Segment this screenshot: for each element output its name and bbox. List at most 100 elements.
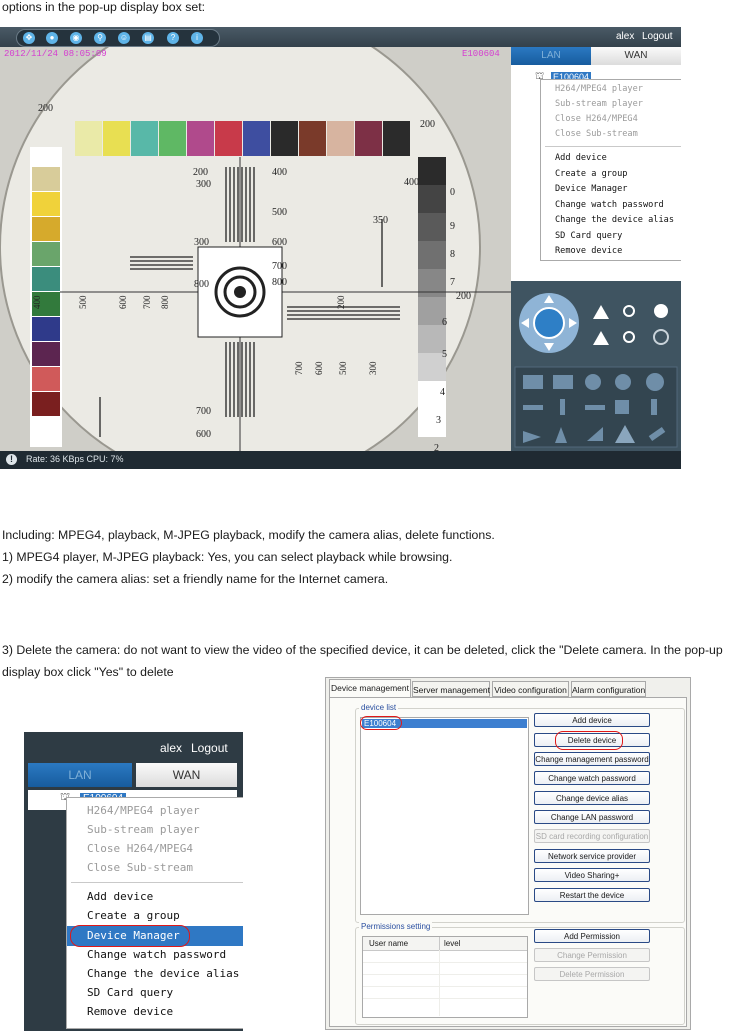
change-lan-password-button[interactable]: Change LAN password — [534, 810, 650, 824]
add-device-button[interactable]: Add device — [534, 713, 650, 727]
user-icon[interactable]: ☺ — [118, 32, 130, 44]
ptz-center-icon[interactable] — [533, 307, 565, 339]
iris-close-icon[interactable] — [653, 329, 669, 345]
info-icon[interactable]: i — [191, 32, 203, 44]
tab-wan[interactable]: WAN — [591, 47, 681, 65]
video-sharing-button[interactable]: Video Sharing+ — [534, 868, 650, 882]
chart-number: 4 — [440, 387, 445, 398]
tab-server-management[interactable]: Server management — [412, 681, 490, 697]
menu-item-change-alias[interactable]: Change the device alias — [555, 215, 681, 225]
chart-number: 5 — [442, 349, 447, 360]
highlight-oval — [70, 925, 190, 947]
menu-item-sd-card-query[interactable]: SD Card query — [555, 231, 681, 241]
network-service-provider-button[interactable]: Network service provider — [534, 849, 650, 863]
chart-number: 9 — [450, 221, 455, 232]
change-permission-button[interactable]: Change Permission — [534, 948, 650, 962]
context-menu: H264/MPEG4 player Sub-stream player Clos… — [540, 79, 681, 261]
iris-open-icon[interactable] — [654, 304, 668, 318]
column-user-name[interactable]: User name — [369, 939, 408, 948]
next-tool-icon[interactable] — [585, 405, 605, 410]
status-bar: ! Rate: 36 KBps CPU: 7% — [0, 451, 681, 469]
toolbar-button-group: ✥ ● ◉ ⚲ ☺ ▤ ? i — [16, 29, 220, 47]
permissions-table[interactable]: User name level — [362, 936, 528, 1018]
menu-item-change-watch-password[interactable]: Change watch password — [555, 200, 681, 210]
menu-item-sd-card-query[interactable]: SD Card query — [87, 986, 243, 999]
chart-number: 200 — [193, 167, 208, 178]
flip-vertical-icon[interactable] — [560, 399, 565, 415]
f-tool-icon[interactable] — [651, 399, 657, 415]
intro-text: options in the pop-up display box set: — [2, 0, 206, 14]
chart-number: 300 — [196, 179, 211, 190]
menu-item-remove-device[interactable]: Remove device — [87, 1005, 243, 1018]
add-permission-button[interactable]: Add Permission — [534, 929, 650, 943]
menu-item-close-substream: Close Sub-stream — [87, 861, 193, 874]
client-toolbar: ✥ ● ◉ ⚲ ☺ ▤ ? i alex Logout — [0, 27, 681, 47]
change-management-password-button[interactable]: Change management password — [534, 752, 650, 766]
chart-number: 800 — [160, 295, 170, 309]
tab-alarm-configuration[interactable]: Alarm configuration — [571, 681, 646, 697]
context-menu: H264/MPEG4 player Sub-stream player Clos… — [66, 797, 243, 1029]
change-device-alias-button[interactable]: Change device alias — [534, 791, 650, 805]
chart-number: 200 — [38, 103, 53, 114]
device-list-label: device list — [359, 703, 399, 712]
tab-video-configuration[interactable]: Video configuration — [492, 681, 569, 697]
chart-number: 800 — [272, 277, 287, 288]
logout-link[interactable]: Logout — [191, 741, 228, 755]
video-timestamp-left: 2012/11/24 08:05:09 — [4, 49, 107, 59]
save-icon[interactable]: ▤ — [142, 32, 154, 44]
chart-number: 700 — [272, 261, 287, 272]
layout-icon[interactable]: ✥ — [23, 32, 35, 44]
tab-lan[interactable]: LAN — [28, 763, 132, 787]
menu-separator — [71, 882, 243, 883]
menu-item-remove-device[interactable]: Remove device — [555, 246, 681, 256]
search-icon[interactable]: ⚲ — [94, 32, 106, 44]
focus-near-icon[interactable] — [623, 305, 635, 317]
menu-item-create-group[interactable]: Create a group — [87, 909, 243, 922]
device-listbox[interactable]: E100604 — [360, 717, 529, 915]
chart-number: 400 — [272, 167, 287, 178]
menu-separator — [545, 146, 681, 147]
record-icon[interactable]: ● — [46, 32, 58, 44]
snapshot-icon[interactable]: ◉ — [70, 32, 82, 44]
menu-item-change-alias[interactable]: Change the device alias — [87, 967, 243, 980]
logout-link[interactable]: Logout — [642, 31, 673, 42]
menu-item-h264-player: H264/MPEG4 player — [87, 804, 200, 817]
menu-item-close-substream: Close Sub-stream — [555, 129, 638, 139]
chart-number: 600 — [272, 237, 287, 248]
enter-tool-icon[interactable] — [615, 400, 629, 414]
tab-lan[interactable]: LAN — [511, 47, 591, 65]
snapshot-tool-icon[interactable] — [523, 375, 543, 389]
talk-tool-icon[interactable] — [615, 374, 631, 390]
zoom-out-icon[interactable] — [593, 331, 609, 345]
video-timestamp-right: E100604 — [462, 49, 500, 59]
flip-horizontal-icon[interactable] — [523, 405, 543, 410]
menu-item-device-manager[interactable]: Device Manager — [555, 184, 681, 194]
tab-device-management[interactable]: Device management — [329, 679, 411, 698]
preset-tool-icon[interactable] — [646, 373, 664, 391]
column-level[interactable]: level — [444, 939, 460, 948]
chart-number: 400 — [404, 177, 419, 188]
chart-number: 500 — [78, 295, 88, 309]
network-tabs: LAN WAN — [28, 763, 237, 787]
zoom-in-icon[interactable] — [593, 305, 609, 319]
tab-wan[interactable]: WAN — [136, 763, 237, 787]
change-watch-password-button[interactable]: Change watch password — [534, 771, 650, 785]
chart-number: 7 — [450, 277, 455, 288]
menu-item-create-group[interactable]: Create a group — [555, 169, 681, 179]
chart-number: 2 — [434, 443, 439, 451]
menu-item-add-device[interactable]: Add device — [555, 153, 681, 163]
menu-item-add-device[interactable]: Add device — [87, 890, 243, 903]
video-view: 200 200 200 400 500 600 700 800 300 350 … — [0, 47, 511, 451]
chart-number: 3 — [436, 415, 441, 426]
restart-device-button[interactable]: Restart the device — [534, 888, 650, 902]
delete-permission-button[interactable]: Delete Permission — [534, 967, 650, 981]
record-tool-icon[interactable] — [553, 375, 573, 389]
permissions-label: Permissions setting — [359, 922, 433, 931]
chart-number: 800 — [194, 279, 209, 290]
focus-far-icon[interactable] — [623, 331, 635, 343]
username-label: alex — [160, 741, 183, 755]
sd-card-recording-config-button[interactable]: SD card recording configuration — [534, 829, 650, 843]
help-icon[interactable]: ? — [167, 32, 179, 44]
menu-item-change-watch-password[interactable]: Change watch password — [87, 948, 243, 961]
audio-tool-icon[interactable] — [585, 374, 601, 390]
